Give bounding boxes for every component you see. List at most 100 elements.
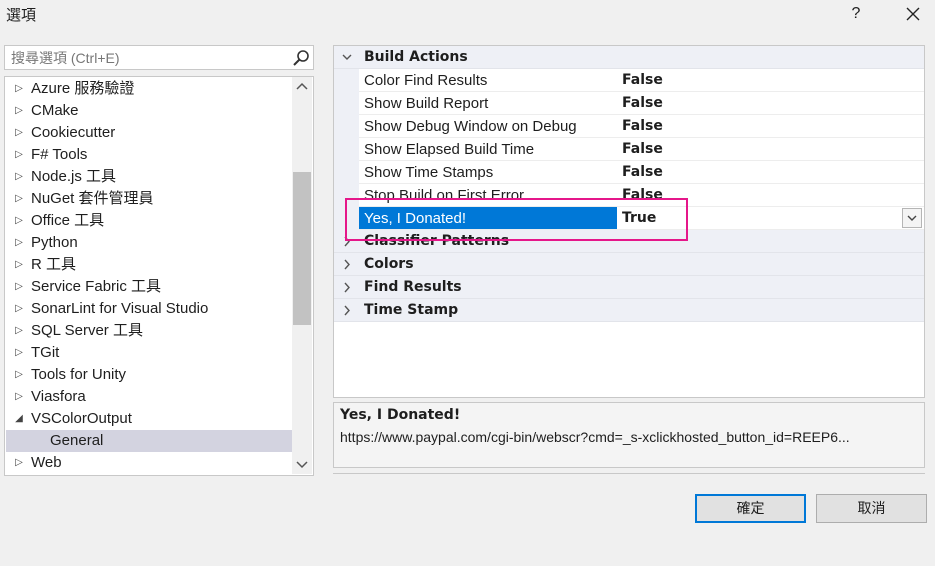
- search-input[interactable]: [5, 46, 297, 69]
- category-label: Build Actions: [364, 49, 468, 65]
- property-name[interactable]: Show Debug Window on Debug: [359, 115, 617, 137]
- tree-item-label: General: [50, 432, 104, 449]
- property-value[interactable]: False: [622, 115, 663, 138]
- property-name[interactable]: Yes, I Donated!: [359, 207, 617, 229]
- ok-button[interactable]: 確定: [695, 494, 806, 523]
- collapsed-arrow-icon[interactable]: ▷: [12, 298, 26, 320]
- property-row[interactable]: Show Time Stamps False: [334, 161, 924, 184]
- cancel-button[interactable]: 取消: [816, 494, 927, 523]
- value-dropdown-button[interactable]: [902, 208, 922, 228]
- category-label: Time Stamp: [364, 302, 459, 318]
- tree-item[interactable]: ▷ Tools for Unity: [6, 364, 292, 386]
- collapsed-arrow-icon[interactable]: ▷: [12, 144, 26, 166]
- search-icon[interactable]: [292, 49, 310, 67]
- property-row[interactable]: Stop Build on First Error False: [334, 184, 924, 207]
- collapsed-arrow-icon[interactable]: ▷: [12, 386, 26, 408]
- tree-item[interactable]: ▷ Office 工具: [6, 210, 292, 232]
- tree-item[interactable]: ▷ SonarLint for Visual Studio: [6, 298, 292, 320]
- property-category[interactable]: Find Results: [334, 276, 924, 299]
- property-name[interactable]: Color Find Results: [359, 69, 617, 91]
- property-name[interactable]: Show Time Stamps: [359, 161, 617, 183]
- property-category[interactable]: Time Stamp: [334, 299, 924, 322]
- tree-item[interactable]: ▷ Viasfora: [6, 386, 292, 408]
- collapsed-arrow-icon[interactable]: ▷: [12, 188, 26, 210]
- collapsed-arrow-icon[interactable]: ▷: [12, 210, 26, 232]
- collapsed-arrow-icon[interactable]: ▷: [12, 166, 26, 188]
- tree-item-label: CMake: [31, 102, 79, 119]
- tree-item[interactable]: ▷ NuGet 套件管理員: [6, 188, 292, 210]
- row-gutter: [334, 184, 359, 207]
- tree-item-label: Web: [31, 454, 62, 471]
- tree-item[interactable]: ▷ Cookiecutter: [6, 122, 292, 144]
- chevron-right-icon[interactable]: [340, 299, 354, 322]
- tree-item-label: Viasfora: [31, 388, 86, 405]
- category-label: Classifier Patterns: [364, 233, 510, 249]
- chevron-right-icon[interactable]: [340, 230, 354, 253]
- collapsed-arrow-icon[interactable]: ▷: [12, 122, 26, 144]
- tree-item[interactable]: ▷ F# Tools: [6, 144, 292, 166]
- tree-item[interactable]: ▷ Web: [6, 452, 292, 474]
- chevron-right-icon[interactable]: [340, 276, 354, 299]
- row-gutter: [334, 207, 359, 230]
- property-row[interactable]: Show Debug Window on Debug False: [334, 115, 924, 138]
- close-icon: [906, 7, 920, 21]
- tree-item-label: Python: [31, 234, 78, 251]
- chevron-down-icon[interactable]: [340, 46, 354, 69]
- property-value[interactable]: False: [622, 184, 663, 207]
- property-name[interactable]: Show Build Report: [359, 92, 617, 114]
- divider: [333, 473, 925, 474]
- property-category[interactable]: Colors: [334, 253, 924, 276]
- tree-item[interactable]: ▷ Service Fabric 工具: [6, 276, 292, 298]
- tree-item[interactable]: ▷ CMake: [6, 100, 292, 122]
- property-value[interactable]: False: [622, 138, 663, 161]
- row-gutter: [334, 161, 359, 184]
- tree-item[interactable]: ▷ SQL Server 工具: [6, 320, 292, 342]
- tree-item-label: VSColorOutput: [31, 410, 132, 427]
- tree-item[interactable]: ◢ VSColorOutput: [6, 408, 292, 430]
- property-category[interactable]: Classifier Patterns: [334, 230, 924, 253]
- property-value[interactable]: False: [622, 161, 663, 184]
- tree-item[interactable]: ▷ R 工具: [6, 254, 292, 276]
- property-value[interactable]: False: [622, 69, 663, 92]
- collapsed-arrow-icon[interactable]: ▷: [12, 452, 26, 474]
- property-category[interactable]: Build Actions: [334, 46, 924, 69]
- row-gutter: [334, 138, 359, 161]
- tree-item-label: Cookiecutter: [31, 124, 116, 141]
- expanded-arrow-icon[interactable]: ◢: [12, 408, 26, 430]
- chevron-right-icon[interactable]: [340, 253, 354, 276]
- property-name[interactable]: Show Elapsed Build Time: [359, 138, 617, 160]
- scrollbar-thumb[interactable]: [293, 172, 311, 325]
- collapsed-arrow-icon[interactable]: ▷: [12, 100, 26, 122]
- collapsed-arrow-icon[interactable]: ▷: [12, 232, 26, 254]
- tree-item-label: Office 工具: [31, 212, 105, 229]
- property-value[interactable]: True: [622, 207, 656, 230]
- scroll-up-icon[interactable]: [292, 77, 312, 97]
- collapsed-arrow-icon[interactable]: ▷: [12, 254, 26, 276]
- property-value[interactable]: False: [622, 92, 663, 115]
- collapsed-arrow-icon[interactable]: ▷: [12, 320, 26, 342]
- tree-item[interactable]: ▷ Node.js 工具: [6, 166, 292, 188]
- tree-scrollbar[interactable]: [292, 77, 312, 474]
- property-row[interactable]: Yes, I Donated! True: [334, 207, 924, 230]
- property-row[interactable]: Color Find Results False: [334, 69, 924, 92]
- options-tree: ▷ Azure 服務驗證 ▷ CMake ▷ Cookiecutter ▷ F# Tools ▷…: [4, 76, 314, 476]
- close-button[interactable]: [900, 3, 926, 27]
- collapsed-arrow-icon[interactable]: ▷: [12, 78, 26, 100]
- row-gutter: [334, 115, 359, 138]
- row-gutter: [334, 92, 359, 115]
- help-button[interactable]: ?: [846, 2, 866, 26]
- tree-item[interactable]: ▷ Python: [6, 232, 292, 254]
- property-row[interactable]: Show Build Report False: [334, 92, 924, 115]
- search-box: [4, 45, 314, 70]
- tree-item[interactable]: General: [6, 430, 292, 452]
- tree-item[interactable]: ▷ Azure 服務驗證: [6, 78, 292, 100]
- tree-item-label: SonarLint for Visual Studio: [31, 300, 209, 317]
- property-name[interactable]: Stop Build on First Error: [359, 184, 617, 206]
- property-row[interactable]: Show Elapsed Build Time False: [334, 138, 924, 161]
- collapsed-arrow-icon[interactable]: ▷: [12, 276, 26, 298]
- scroll-down-icon[interactable]: [292, 454, 312, 474]
- tree-item[interactable]: ▷ TGit: [6, 342, 292, 364]
- collapsed-arrow-icon[interactable]: ▷: [12, 364, 26, 386]
- tree-item-label: F# Tools: [31, 146, 88, 163]
- collapsed-arrow-icon[interactable]: ▷: [12, 342, 26, 364]
